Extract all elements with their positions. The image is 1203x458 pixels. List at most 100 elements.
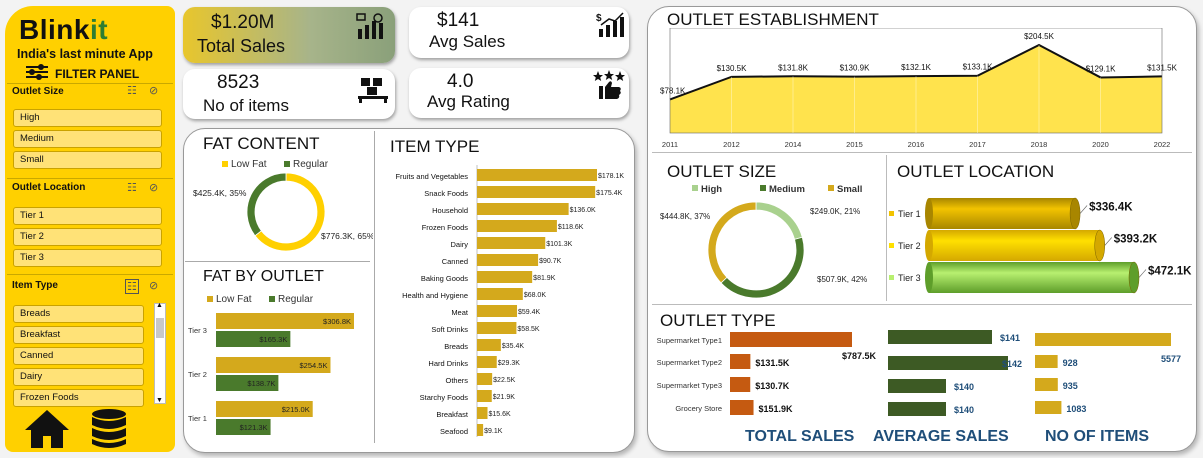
x-tick-label: 2015: [846, 140, 863, 149]
slicer-item-frozen-foods[interactable]: Frozen Foods: [13, 389, 144, 407]
x-tick-label: 2014: [785, 140, 802, 149]
item-type-bar: [477, 169, 597, 181]
fat-content-slice: [246, 172, 287, 237]
bar-data-label: $215.0K: [282, 405, 310, 414]
kpi-avg-rating: 4.0 Avg Rating: [409, 68, 629, 118]
location-legend-swatch: [889, 211, 894, 216]
home-icon[interactable]: [23, 408, 71, 450]
outlet-location-cylinder-chart: Tier 1 $336.4K Tier 2 $393.2K Tier 3 $472.1K: [889, 197, 1192, 294]
slicer-item-tier-3[interactable]: Tier 3: [13, 249, 162, 267]
slicer-item-breads[interactable]: Breads: [13, 305, 144, 323]
slicer-scrollbar[interactable]: ▲ ▼: [154, 302, 166, 404]
fat-by-outlet-legend-label: Regular: [278, 294, 314, 305]
fat-content-data-label: $425.4K, 35%: [193, 188, 247, 198]
divider: [185, 261, 370, 262]
clear-filter-icon[interactable]: ⊘: [149, 279, 158, 292]
item-type-bar: [477, 186, 596, 198]
total-sales-bar: [730, 377, 751, 392]
establishment-data-label: $132.1K: [901, 63, 931, 72]
establishment-data-label: $131.8K: [778, 63, 808, 72]
outlet-type-table-chart: Supermarket Type1 $787.5K Supermarket Type…: [657, 330, 1181, 445]
outlet-size-legend-swatch: [760, 185, 766, 191]
slicer-item-medium[interactable]: Medium: [13, 130, 162, 148]
item-type-bar: [477, 203, 569, 215]
kpi-label: Total Sales: [197, 36, 286, 56]
kpi-label: Avg Rating: [427, 92, 510, 111]
clear-filter-icon[interactable]: ⊘: [149, 181, 158, 194]
bar-data-label: $175.4K: [596, 190, 622, 197]
slicer-item-tier-2[interactable]: Tier 2: [13, 228, 162, 246]
multi-select-icon[interactable]: ☷: [125, 279, 139, 294]
divider: [7, 178, 173, 179]
location-data-label: $336.4K: [1089, 202, 1133, 214]
database-icon[interactable]: [91, 408, 127, 450]
filter-sliders-icon: [26, 64, 48, 80]
outlet-size-legend-label: Medium: [769, 184, 805, 195]
outlet-size-slice: [720, 236, 805, 299]
y-tick-label: Starchy Foods: [420, 393, 469, 402]
bar-data-label: $15.6K: [489, 411, 512, 418]
divider: [652, 304, 1192, 305]
y-tick-label: Tier 3: [188, 326, 207, 335]
multi-select-icon[interactable]: ☷: [127, 84, 137, 97]
item-type-bar: [477, 271, 533, 283]
y-tick-label: Meat: [451, 308, 469, 317]
x-tick-label: 2018: [1031, 140, 1048, 149]
column-header-total-sales: TOTAL SALES: [745, 428, 855, 445]
bar-data-label: $101.3K: [546, 241, 572, 248]
outlet-size-donut-chart: High Medium Small $249.0K, 21% $507.9K, 42% $…: [660, 184, 867, 299]
x-tick-label: 2022: [1154, 140, 1171, 149]
clear-filter-icon[interactable]: ⊘: [149, 84, 158, 97]
total-sales-bar: [730, 332, 852, 347]
outlet-size-data-label: $444.8K, 37%: [660, 212, 710, 221]
slicer-item-dairy[interactable]: Dairy: [13, 368, 144, 386]
items-bar: [1035, 355, 1058, 368]
location-data-label: $393.2K: [1114, 234, 1158, 246]
svg-text:$: $: [596, 13, 602, 24]
slicer-item-breakfast[interactable]: Breakfast: [13, 326, 144, 344]
item-type-bar: [477, 339, 501, 351]
bar-data-label: $136.0K: [570, 207, 596, 214]
item-type-bar: [477, 424, 484, 436]
fat-by-outlet-title: FAT BY OUTLET: [203, 268, 324, 285]
y-tick-label: Soft Drinks: [431, 325, 468, 334]
average-sales-data-label: $140: [954, 405, 974, 415]
items-data-label: 1083: [1066, 404, 1086, 414]
items-data-label: 5577: [1161, 354, 1181, 364]
bar-data-label: $165.3K: [259, 335, 287, 344]
average-sales-data-label: $141: [1000, 333, 1020, 343]
fat-content-data-label: $776.3K, 65%: [321, 231, 373, 241]
bar-data-label: $59.4K: [518, 309, 541, 316]
bar-data-label: $90.7K: [539, 258, 562, 265]
location-data-label: $472.1K: [1148, 266, 1192, 278]
fat-content-legend-label: Low Fat: [231, 159, 267, 170]
slicer-item-small[interactable]: Small: [13, 151, 162, 169]
x-tick-label: 2012: [723, 140, 740, 149]
multi-select-icon[interactable]: ☷: [127, 181, 137, 194]
y-tick-label: Others: [445, 376, 468, 385]
bar-data-label: $178.1K: [598, 173, 624, 180]
bar-data-label: $22.5K: [493, 377, 516, 384]
y-tick-label: Supermarket Type3: [657, 381, 722, 390]
fat-by-outlet-legend-swatch: [207, 296, 213, 302]
outlet-size-slice: [707, 201, 757, 284]
establishment-data-label: $133.1K: [963, 63, 993, 72]
leader-line: [1104, 237, 1112, 246]
y-tick-label: Breads: [444, 342, 468, 351]
bar-data-label: $121.3K: [240, 423, 268, 432]
filter-panel-title: FILTER PANEL: [55, 67, 140, 81]
filter-sidebar: Blinkit India's last minute App FILTER P…: [5, 6, 175, 452]
total-sales-bar: [730, 400, 754, 415]
average-sales-data-label: $142: [1002, 359, 1022, 369]
bar-data-label: $254.5K: [300, 361, 328, 370]
y-tick-label: Fruits and Vegetables: [395, 172, 468, 181]
boxes-icon: [358, 78, 388, 103]
outlet-size-legend-swatch: [692, 185, 698, 191]
y-tick-label: Snack Foods: [424, 189, 468, 198]
kpi-total-sales: $1.20M Total Sales: [183, 7, 395, 63]
slicer-item-canned[interactable]: Canned: [13, 347, 144, 365]
slicer-item-tier-1[interactable]: Tier 1: [13, 207, 162, 225]
outlet-location-title: OUTLET LOCATION: [897, 162, 1055, 181]
total-sales-data-label: $131.5K: [755, 358, 790, 368]
slicer-item-high[interactable]: High: [13, 109, 162, 127]
